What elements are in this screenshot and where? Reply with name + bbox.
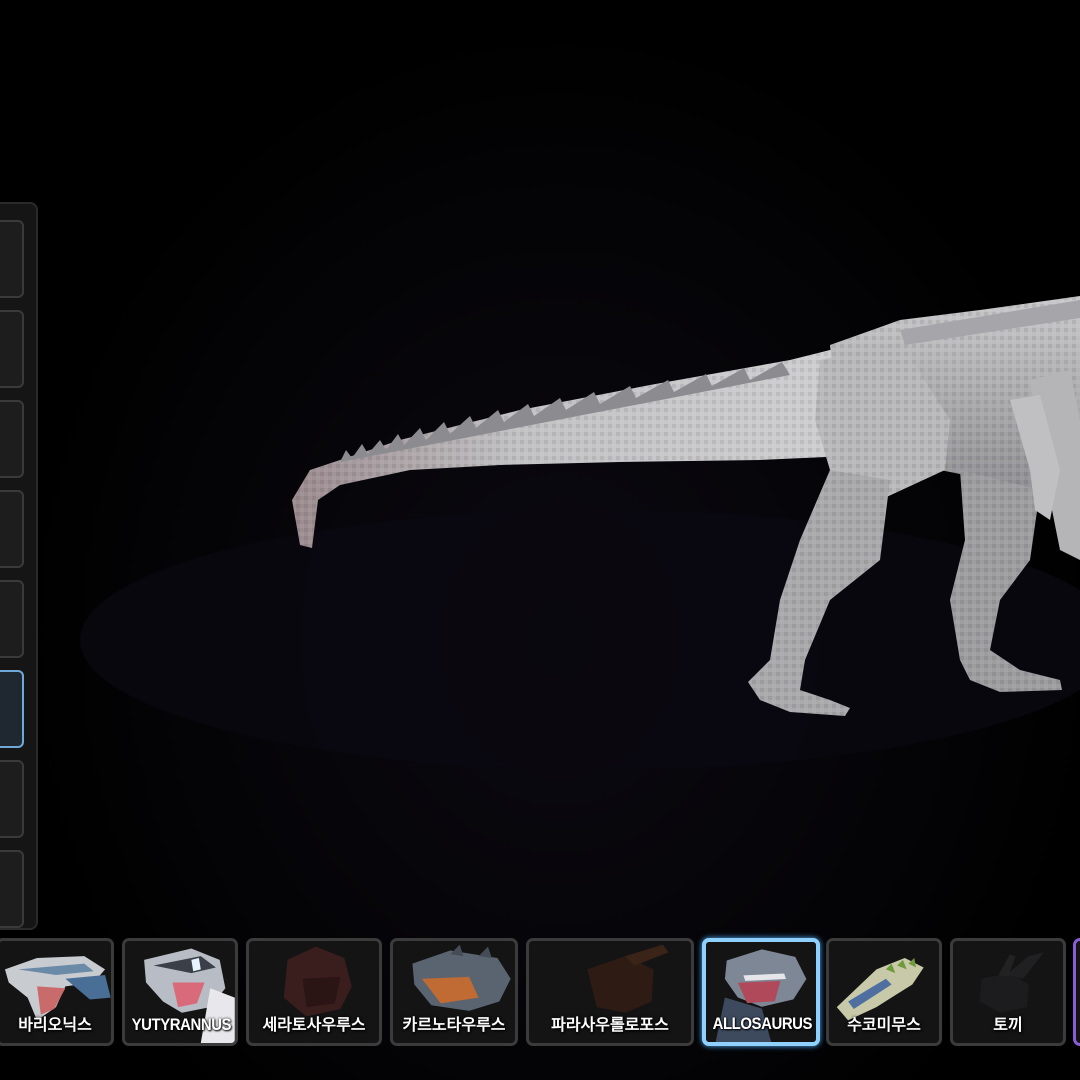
character-card-rabbit[interactable]: 토끼 bbox=[950, 938, 1066, 1046]
character-card-label: 카르노타우루스 bbox=[402, 1015, 506, 1034]
character-card-label: 파라사우롤로포스 bbox=[551, 1015, 669, 1034]
side-slot-7[interactable] bbox=[0, 760, 24, 838]
side-slot-8[interactable] bbox=[0, 850, 24, 928]
character-card-label: YUTYRANNUS bbox=[131, 1015, 232, 1034]
character-card-label: 수코미무스 bbox=[847, 1015, 921, 1034]
dinosaur-model bbox=[80, 296, 1080, 770]
character-card-suchomimus[interactable]: 수코미무스 bbox=[826, 938, 942, 1046]
side-slot-3[interactable] bbox=[0, 400, 24, 478]
character-card-carnotaurus[interactable]: 카르노타우루스 bbox=[390, 938, 518, 1046]
character-card-label: 바리오닉스 bbox=[18, 1015, 92, 1034]
side-slot-6-active[interactable] bbox=[0, 670, 24, 748]
character-card-label: 세라토사우루스 bbox=[262, 1015, 366, 1034]
character-card-partial-offscreen[interactable] bbox=[1073, 938, 1080, 1046]
character-card-yutyrannus[interactable]: YUTYRANNUS bbox=[122, 938, 238, 1046]
game-viewport[interactable] bbox=[0, 0, 1080, 1080]
side-slot-2[interactable] bbox=[0, 310, 24, 388]
character-card-label: 토끼 bbox=[993, 1015, 1023, 1034]
side-slot-panel bbox=[0, 202, 38, 930]
side-slot-5[interactable] bbox=[0, 580, 24, 658]
character-card-baryonyx[interactable]: 바리오닉스 bbox=[0, 938, 114, 1046]
side-slot-4[interactable] bbox=[0, 490, 24, 568]
character-card-parasaurolophus[interactable]: 파라사우롤로포스 bbox=[526, 938, 694, 1046]
character-card-ceratosaurus[interactable]: 세라토사우루스 bbox=[246, 938, 382, 1046]
side-slot-1[interactable] bbox=[0, 220, 24, 298]
character-card-allosaurus-selected[interactable]: ALLOSAURUS bbox=[702, 938, 820, 1046]
character-card-label: ALLOSAURUS bbox=[712, 1014, 813, 1033]
